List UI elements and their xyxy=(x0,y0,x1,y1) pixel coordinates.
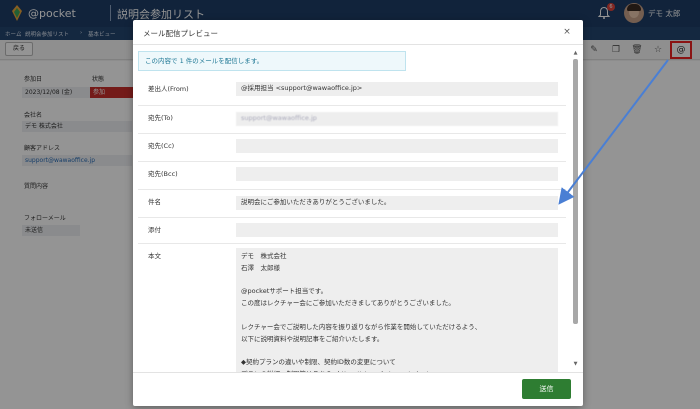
cc-label: 宛先(Cc) xyxy=(148,142,175,150)
dialog-scrollbar[interactable]: ▲ ▼ xyxy=(572,50,579,368)
to-field: support@wawaoffice.jp xyxy=(236,112,558,126)
scroll-down-icon[interactable]: ▼ xyxy=(572,361,579,368)
attachment-row: 添付 xyxy=(138,218,566,244)
from-row: 差出人(From) @採用担当 <support@wawaoffice.jp> xyxy=(138,78,566,106)
attachment-label: 添付 xyxy=(148,226,161,234)
cc-row: 宛先(Cc) xyxy=(138,134,566,162)
dialog-title: メール配信プレビュー xyxy=(143,29,218,38)
subject-row: 件名 説明会にご参加いただきありがとうございました。 xyxy=(138,190,566,218)
bcc-label: 宛先(Bcc) xyxy=(148,170,178,178)
attachment-field xyxy=(236,223,558,237)
scroll-up-icon[interactable]: ▲ xyxy=(572,50,579,57)
info-message: この内容で 1 件のメールを配信します。 xyxy=(138,51,406,71)
subject-label: 件名 xyxy=(148,198,161,206)
cc-field xyxy=(236,139,558,153)
mail-preview-dialog: メール配信プレビュー × この内容で 1 件のメールを配信します。 差出人(Fr… xyxy=(133,20,583,406)
subject-field: 説明会にご参加いただきありがとうございました。 xyxy=(236,196,558,210)
to-label: 宛先(To) xyxy=(148,114,173,122)
scroll-thumb[interactable] xyxy=(573,59,578,324)
body-row: 本文 デモ 株式会社 石澤 太郎様 @pocketサポート担当です。 この度はレ… xyxy=(138,244,566,372)
bcc-field xyxy=(236,167,558,181)
from-field: @採用担当 <support@wawaoffice.jp> xyxy=(236,82,558,96)
send-button[interactable]: 送信 xyxy=(522,379,571,399)
close-icon[interactable]: × xyxy=(561,26,573,38)
body-field: デモ 株式会社 石澤 太郎様 @pocketサポート担当です。 この度はレクチャ… xyxy=(236,248,558,372)
from-label: 差出人(From) xyxy=(148,85,189,93)
dialog-footer: 送信 xyxy=(133,372,583,406)
dialog-header: メール配信プレビュー × xyxy=(133,20,583,45)
body-label: 本文 xyxy=(148,252,161,260)
bcc-row: 宛先(Bcc) xyxy=(138,162,566,190)
to-row: 宛先(To) support@wawaoffice.jp xyxy=(138,106,566,134)
